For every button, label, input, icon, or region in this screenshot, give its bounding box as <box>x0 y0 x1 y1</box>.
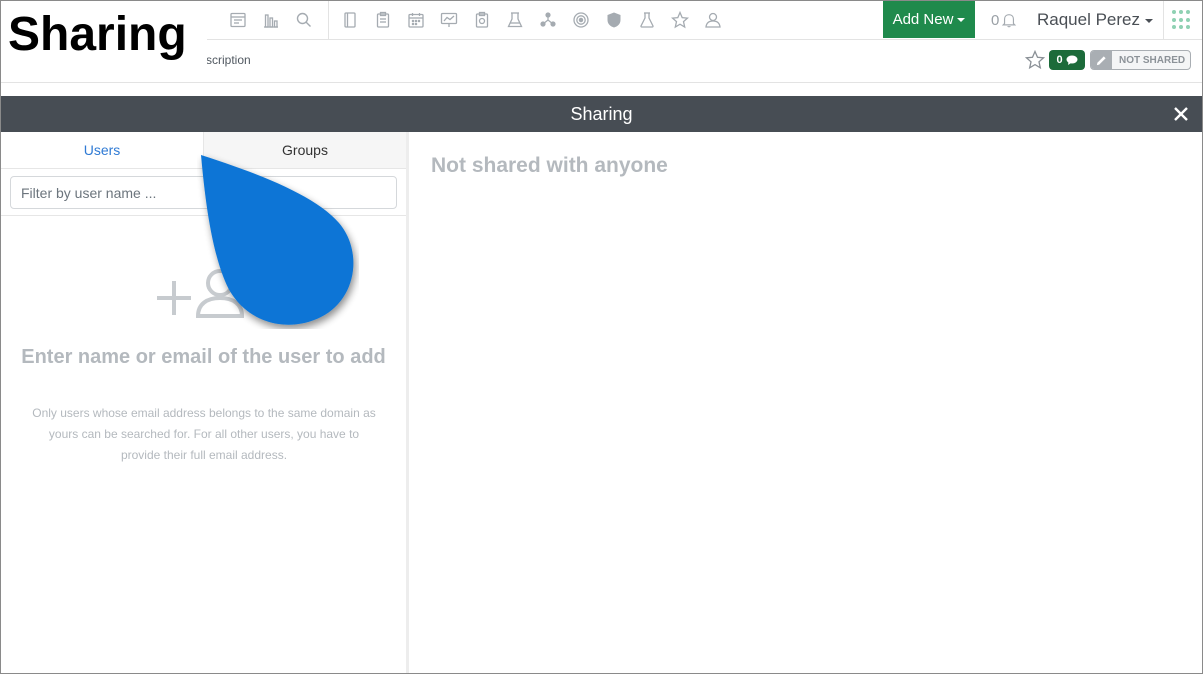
user-name: Raquel Perez <box>1037 10 1141 29</box>
breadcrumb[interactable]: scription <box>206 53 251 67</box>
add-new-label: Add New <box>892 11 954 28</box>
divider <box>1 215 406 216</box>
pencil-icon <box>1091 51 1112 69</box>
sharing-tabs: Users Groups <box>1 132 406 169</box>
share-status-label: NOT SHARED <box>1119 54 1186 66</box>
app-window: Add New 0 Raquel Perez Sharing scription… <box>0 0 1203 674</box>
calendar-icon[interactable] <box>405 9 427 31</box>
nav-separator <box>1163 1 1164 39</box>
network-icon[interactable] <box>537 9 559 31</box>
empty-state-title: Enter name or email of the user to add <box>21 346 386 368</box>
not-shared-status: Not shared with anyone <box>431 154 668 177</box>
checklist-icon[interactable] <box>471 9 493 31</box>
notebook-icon[interactable] <box>339 9 361 31</box>
tab-groups[interactable]: Groups <box>203 132 406 168</box>
apps-grid-icon[interactable] <box>1172 10 1192 30</box>
bell-icon <box>1002 14 1017 28</box>
clipboard-icon[interactable] <box>372 9 394 31</box>
share-status-button[interactable]: NOT SHARED <box>1090 50 1191 70</box>
target-icon[interactable] <box>570 9 592 31</box>
dashboard-icon[interactable] <box>227 9 249 31</box>
presentation-icon[interactable] <box>438 9 460 31</box>
add-new-button[interactable]: Add New <box>883 1 975 38</box>
reports-icon[interactable] <box>260 9 282 31</box>
caret-down-icon <box>1145 19 1154 23</box>
flask-icon[interactable] <box>636 9 658 31</box>
modal-title: Sharing <box>570 103 633 124</box>
notification-count: 0 <box>991 11 1000 29</box>
shield-icon[interactable] <box>603 9 625 31</box>
sharing-modal-body: Users Groups Enter name or email of the … <box>1 132 1202 673</box>
sharing-modal-header: Sharing <box>1 96 1202 132</box>
shared-with-panel: Not shared with anyone <box>409 132 1202 673</box>
lab-icon[interactable] <box>504 9 526 31</box>
caption-title: Sharing <box>1 1 207 69</box>
favorite-star-icon[interactable] <box>1024 49 1046 70</box>
user-filter-input[interactable] <box>10 176 397 209</box>
user-search-panel: Users Groups Enter name or email of the … <box>1 132 409 673</box>
user-menu[interactable]: Raquel Perez <box>1037 1 1154 39</box>
caret-down-icon <box>957 17 966 22</box>
tab-users[interactable]: Users <box>1 132 203 168</box>
search-icon[interactable] <box>293 9 315 31</box>
comments-badge[interactable]: 0 <box>1049 50 1085 70</box>
nav-icon-bar <box>227 1 735 39</box>
nav-separator <box>328 1 329 39</box>
close-icon[interactable] <box>1172 105 1190 123</box>
notifications-button[interactable]: 0 <box>991 1 1017 39</box>
comment-icon <box>1066 55 1078 65</box>
comment-count: 0 <box>1056 54 1063 66</box>
star-icon[interactable] <box>669 9 691 31</box>
user-icon[interactable] <box>702 9 724 31</box>
empty-state-text: Only users whose email address belongs t… <box>32 406 376 462</box>
add-user-icon <box>157 269 245 318</box>
